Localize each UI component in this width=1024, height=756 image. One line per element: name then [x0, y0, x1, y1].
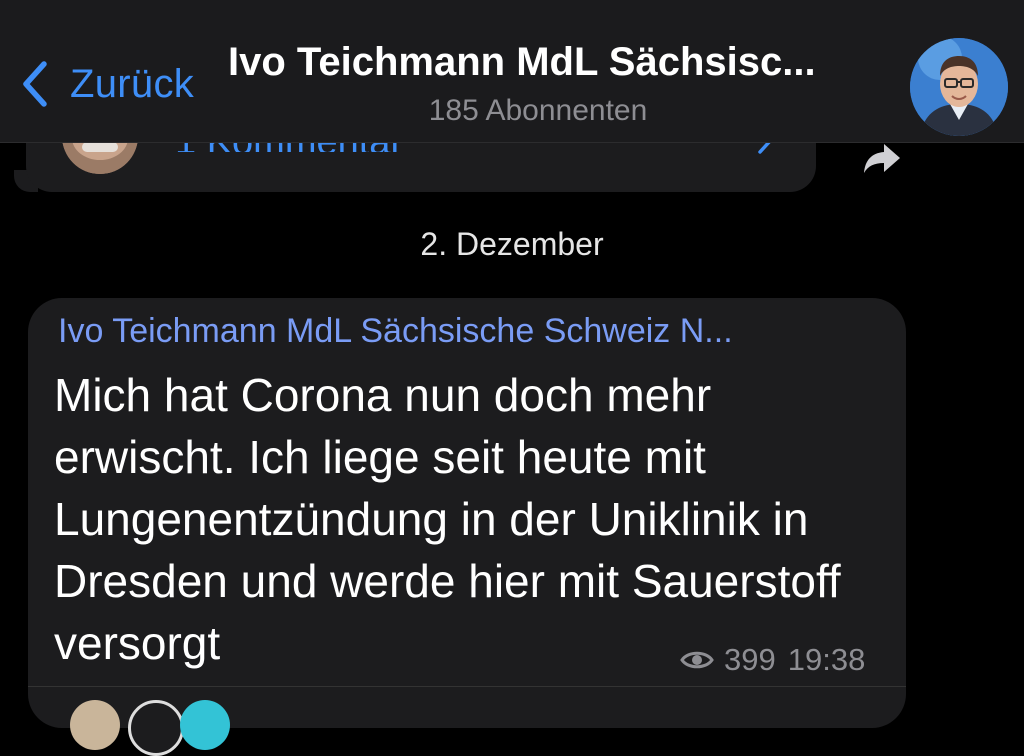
message-meta: 399 19:38: [680, 642, 865, 678]
commenter-avatar-small: [70, 700, 120, 750]
channel-avatar[interactable]: [910, 38, 1008, 136]
comments-divider: [28, 686, 906, 687]
message-text: Mich hat Corona nun doch mehr erwischt. …: [54, 369, 841, 669]
view-count: 399: [724, 642, 776, 677]
commenter-avatar-small: [180, 700, 230, 750]
message-time: 19:38: [787, 642, 866, 677]
sender-name[interactable]: Ivo Teichmann MdL Sächsische Schweiz N..…: [58, 312, 878, 351]
subscriber-count: 185 Abonnenten: [428, 94, 648, 127]
back-label: Zurück: [70, 61, 195, 106]
channel-header: Zurück Ivo Teichmann MdL Sächsisc... 185…: [0, 0, 1024, 143]
commenter-avatar-small: [128, 700, 184, 756]
back-button[interactable]: Zurück: [18, 56, 194, 112]
channel-title[interactable]: Ivo Teichmann MdL Sächsisc...: [228, 40, 878, 85]
date-separator: 2. Dezember: [420, 226, 604, 262]
chevron-left-icon: [23, 61, 47, 107]
share-arrow-icon[interactable]: [860, 140, 904, 176]
eye-icon: [680, 651, 714, 669]
